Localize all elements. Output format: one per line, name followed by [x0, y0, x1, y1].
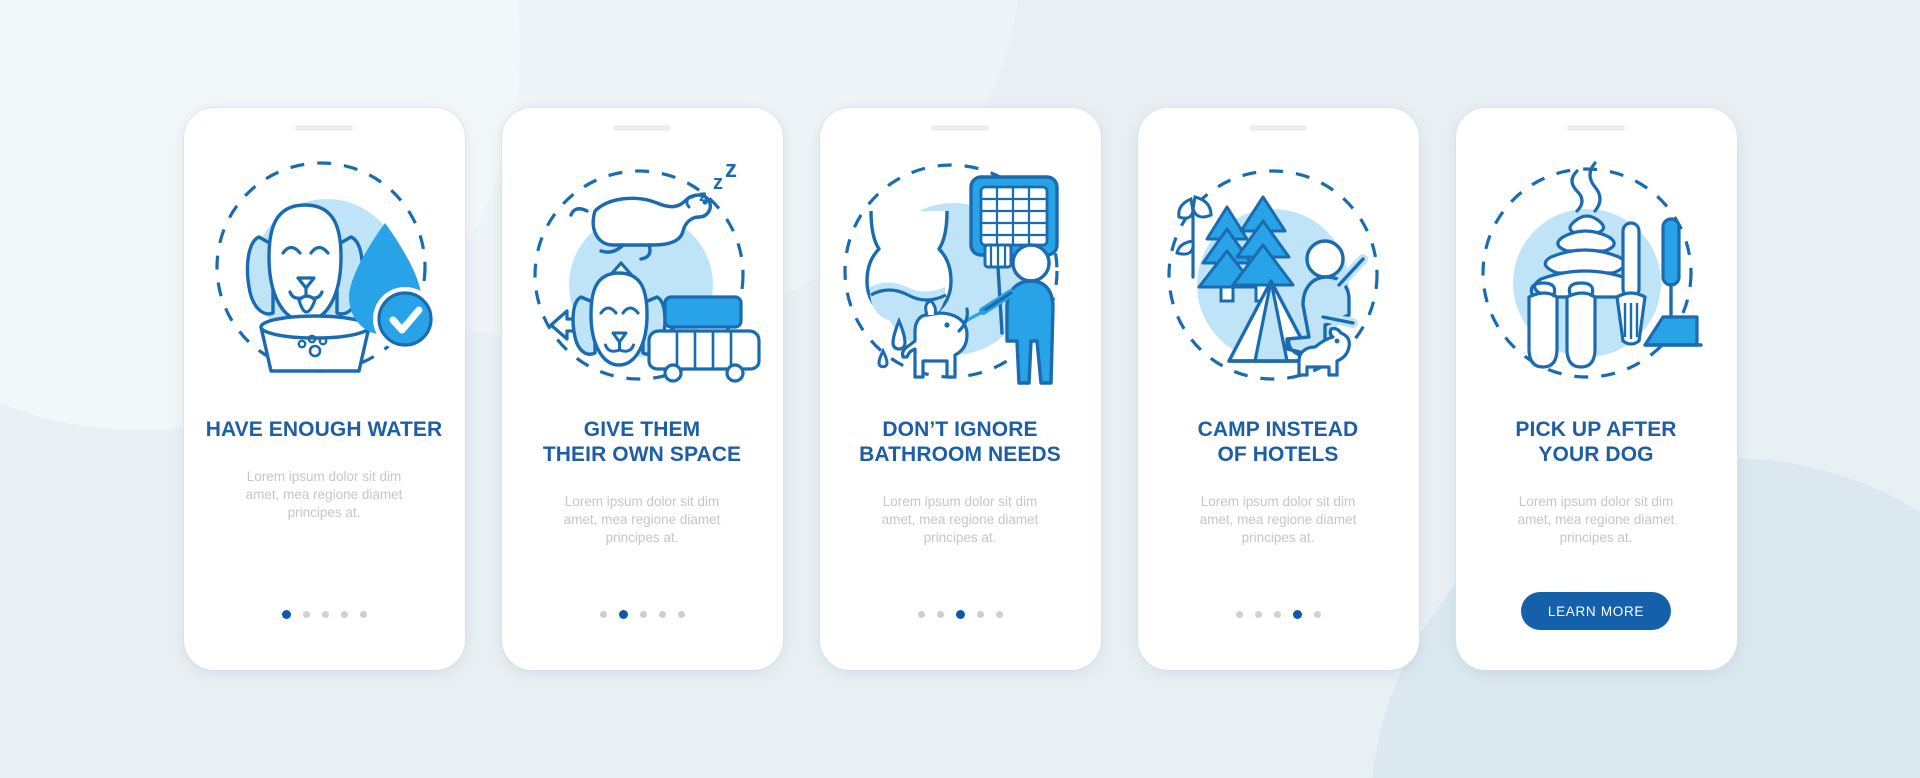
svg-text:z: z [725, 156, 737, 183]
illustration-bladder-person-walking-dog-schedule [820, 141, 1101, 399]
illustration-poop-bags-scoop-dustpan [1456, 141, 1737, 399]
onboarding-screen-have-enough-water[interactable]: HAVE ENOUGH WATER Lorem ipsum dolor sit … [183, 108, 465, 670]
pagination-dot-5[interactable] [677, 611, 685, 618]
pagination-dot-1[interactable] [281, 610, 291, 619]
pagination-dot-2[interactable] [302, 611, 310, 618]
onboarding-screen-camp-instead-of-hotels[interactable]: CAMP INSTEAD OF HOTELS Lorem ipsum dolor… [1137, 108, 1419, 670]
phone-speaker-bar [295, 125, 353, 131]
card-title: GIVE THEM THEIR OWN SPACE [542, 418, 742, 466]
svg-text:z: z [713, 172, 723, 194]
pagination-dot-3[interactable] [1273, 611, 1281, 618]
pagination-dot-5[interactable] [995, 611, 1003, 618]
learn-more-button[interactable]: LEARN MORE [1520, 592, 1672, 630]
phone-speaker-bar [613, 125, 671, 131]
card-body-text: Lorem ipsum dolor sit dim amet, mea regi… [1517, 494, 1675, 545]
card-title: DON’T IGNORE BATHROOM NEEDS [859, 418, 1061, 466]
phone-speaker-bar [1567, 125, 1625, 131]
svg-text:z: z [699, 188, 707, 205]
pagination-dot-1[interactable] [917, 611, 925, 618]
pagination-dot-2[interactable] [1254, 611, 1262, 618]
pagination-dot-4[interactable] [1292, 610, 1302, 619]
pagination-dots[interactable] [599, 610, 685, 619]
pagination-dots[interactable] [281, 610, 367, 619]
pagination-dot-3[interactable] [639, 611, 647, 618]
illustration-dog-with-water-bowl-and-droplet-check [184, 141, 465, 399]
pagination-dot-3[interactable] [321, 611, 329, 618]
card-title: PICK UP AFTER YOUR DOG [1515, 418, 1677, 466]
pagination-dot-1[interactable] [599, 611, 607, 618]
pagination-dot-1[interactable] [1235, 611, 1243, 618]
pagination-dot-4[interactable] [658, 611, 666, 618]
card-body-text: Lorem ipsum dolor sit dim amet, mea regi… [563, 494, 721, 545]
pagination-dot-3[interactable] [955, 610, 965, 619]
card-title: HAVE ENOUGH WATER [205, 418, 443, 441]
onboarding-screen-pick-up-after-your-dog[interactable]: PICK UP AFTER YOUR DOG Lorem ipsum dolor… [1455, 108, 1737, 670]
phone-speaker-bar [1249, 125, 1307, 131]
phone-speaker-bar [931, 125, 989, 131]
onboarding-screens-stage: HAVE ENOUGH WATER Lorem ipsum dolor sit … [0, 0, 1920, 778]
pagination-dot-5[interactable] [359, 611, 367, 618]
card-body-text: Lorem ipsum dolor sit dim amet, mea regi… [881, 494, 1039, 545]
onboarding-screen-give-them-their-own-space[interactable]: z z z GIVE THEM THEIR OWN SPACE Lorem ip… [501, 108, 783, 670]
pagination-dot-4[interactable] [976, 611, 984, 618]
onboarding-screen-dont-ignore-bathroom-needs[interactable]: DON’T IGNORE BATHROOM NEEDS Lorem ipsum … [819, 108, 1101, 670]
pagination-dot-5[interactable] [1313, 611, 1321, 618]
pagination-dot-4[interactable] [340, 611, 348, 618]
card-body-text: Lorem ipsum dolor sit dim amet, mea regi… [1199, 494, 1357, 545]
pagination-dot-2[interactable] [936, 611, 944, 618]
pagination-dot-2[interactable] [618, 610, 628, 619]
card-body-text: Lorem ipsum dolor sit dim amet, mea regi… [245, 469, 403, 520]
pagination-dots[interactable] [1235, 610, 1321, 619]
card-title: CAMP INSTEAD OF HOTELS [1197, 418, 1359, 466]
pagination-dots[interactable] [917, 610, 1003, 619]
illustration-tent-trees-person-playing-with-dog [1138, 141, 1419, 399]
illustration-sleeping-dog-arrows-car-crate: z z z [502, 141, 783, 399]
